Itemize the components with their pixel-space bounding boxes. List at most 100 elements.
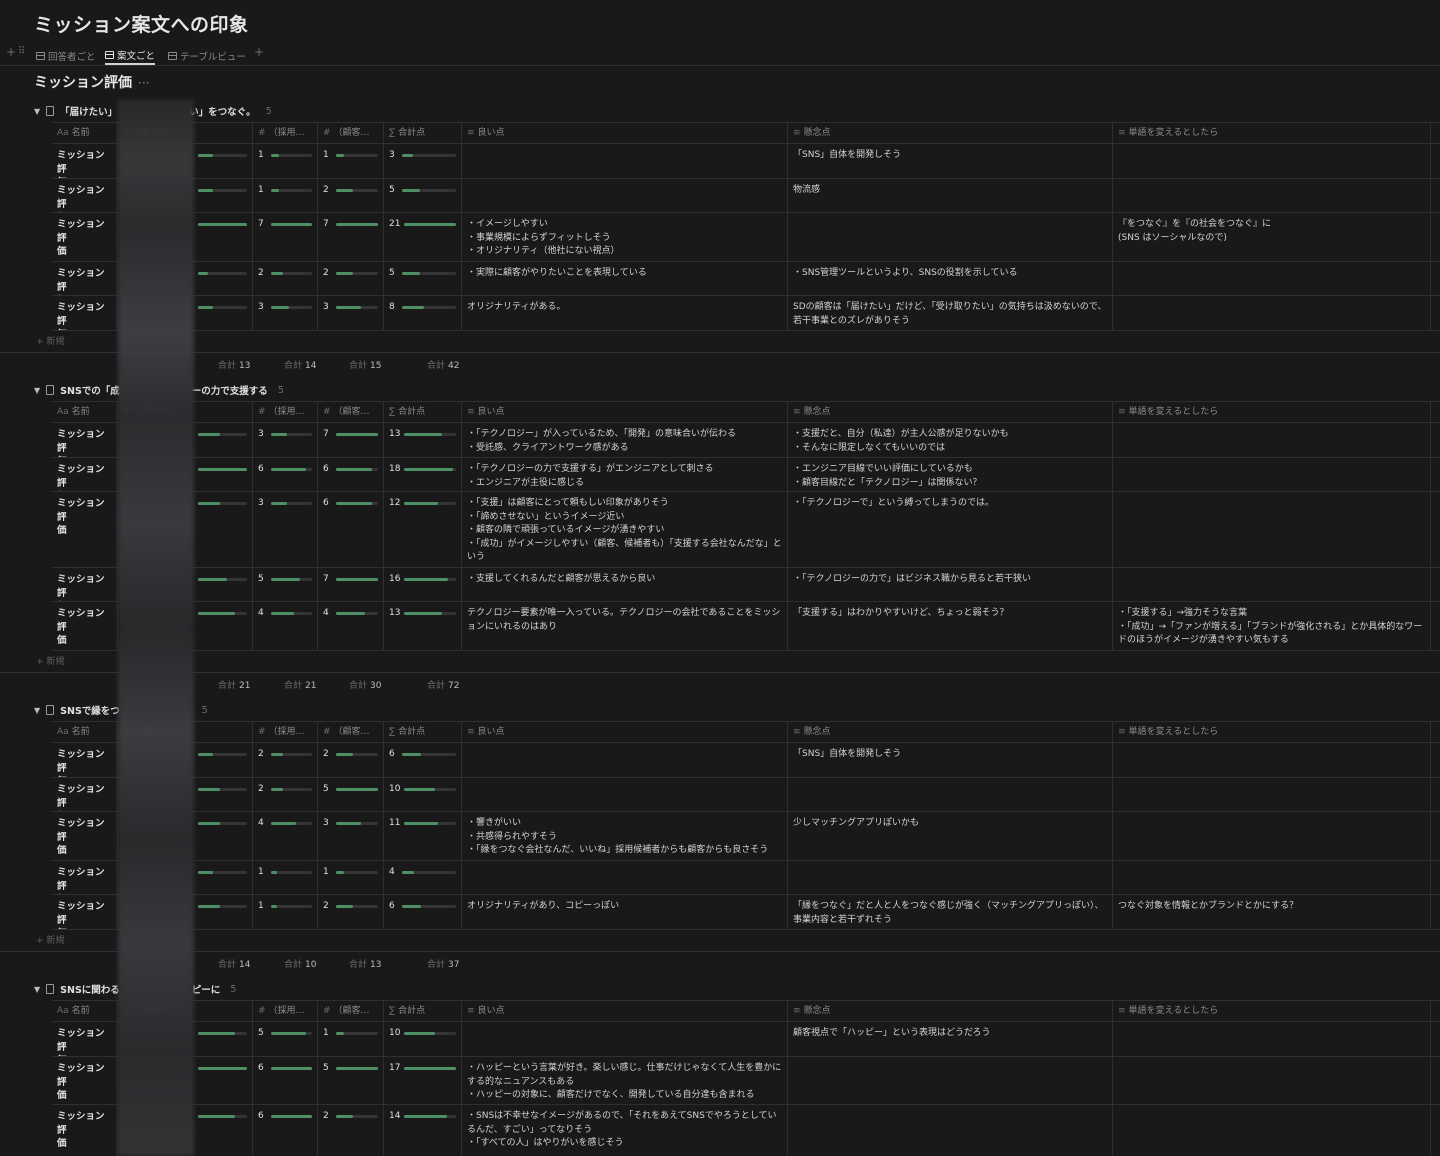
column-header-client[interactable]: # （顧客… [318,1001,384,1022]
cell-client[interactable]: 6 [318,458,384,491]
tab-table-view[interactable]: テーブルビュー [168,46,246,65]
column-header-name[interactable]: Aa 名前 [52,402,118,423]
cell-hire[interactable]: 1 [253,144,318,178]
cell-total[interactable]: 13 [384,602,462,650]
cell-client[interactable]: 1 [318,861,384,894]
cell-client[interactable]: 2 [318,743,384,777]
sum-hire[interactable]: 合計 10 [284,957,316,970]
cell-name[interactable]: ミッション評 価 [52,861,118,894]
column-header-total[interactable]: ∑ 合計点 [384,722,462,743]
table-row[interactable]: ミッション評 価 5 1 10 顧客視点で「ハッピー」という表現はどうだろう [52,1022,1440,1057]
cell-client[interactable]: 5 [318,1057,384,1104]
cell-concern[interactable]: ・エンジニア目線でいい評価にしているかも ・顧客目線だと「テクノロジー」は関係な… [788,458,1113,491]
cell-client[interactable]: 7 [318,213,384,261]
cell-name[interactable]: ミッション評 価 [52,778,118,811]
cell-client[interactable]: 2 [318,262,384,295]
column-header-name[interactable]: Aa 名前 [52,722,118,743]
cell-change[interactable] [1113,568,1431,601]
cell-name[interactable]: ミッション評 価 [52,144,118,178]
cell-good[interactable]: オリジナリティがある。 [462,296,788,330]
cell-concern[interactable]: 「縁をつなぐ」だと人と人をつなぐ感じが強く（マッチングアプリっぽい）、事業内容と… [788,895,1113,929]
column-header-change[interactable]: ≡ 単語を変えるとしたら [1113,123,1431,144]
cell-concern[interactable]: 「SNS」自体を開発しそう [788,743,1113,777]
cell-client[interactable]: 2 [318,179,384,212]
cell-hire[interactable]: 6 [253,1105,318,1156]
sum-client[interactable]: 合計 13 [349,957,381,970]
column-header-name[interactable]: Aa 名前 [52,123,118,144]
cell-good[interactable] [462,778,788,811]
table-row[interactable]: ミッション評 価 2 2 6 「SNS」自体を開発しそう [52,743,1440,778]
cell-client[interactable]: 7 [318,568,384,601]
cell-concern[interactable] [788,778,1113,811]
cell-name[interactable]: ミッション評 価 [52,895,118,929]
cell-good[interactable] [462,743,788,777]
collapse-triangle-icon[interactable]: ▼ [34,706,40,715]
column-header-hire[interactable]: # （採用… [253,1001,318,1022]
cell-change[interactable] [1113,812,1431,860]
sum-self[interactable]: 合計 21 [218,678,250,691]
cell-client[interactable]: 3 [318,296,384,330]
cell-concern[interactable]: SDの顧客は「届けたい」だけど、「受け取りたい」の気持ちは汲めないので、若干事業… [788,296,1113,330]
column-header-client[interactable]: # （顧客… [318,722,384,743]
cell-total[interactable]: 6 [384,895,462,929]
cell-hire[interactable]: 2 [253,262,318,295]
cell-hire[interactable]: 1 [253,179,318,212]
column-header-client[interactable]: # （顧客… [318,123,384,144]
collapse-triangle-icon[interactable]: ▼ [34,386,40,395]
cell-concern[interactable]: 物流感 [788,179,1113,212]
cell-name[interactable]: ミッション評 価 [52,262,118,295]
cell-concern[interactable] [788,213,1113,261]
sum-hire[interactable]: 合計 14 [284,358,316,371]
sum-total[interactable]: 合計 37 [427,957,459,970]
column-header-hire[interactable]: # （採用… [253,123,318,144]
cell-total[interactable]: 10 [384,778,462,811]
cell-good[interactable]: ・実際に顧客がやりたいことを表現している [462,262,788,295]
cell-hire[interactable]: 6 [253,1057,318,1104]
cell-good[interactable] [462,144,788,178]
cell-client[interactable]: 2 [318,1105,384,1156]
cell-concern[interactable]: ・「テクノロジーで」という縛ってしまうのでは。 [788,492,1113,567]
cell-name[interactable]: ミッション評 価 [52,568,118,601]
cell-total[interactable]: 10 [384,1022,462,1056]
cell-change[interactable] [1113,144,1431,178]
table-row[interactable]: ミッション評 価 3 6 12 ・「支援」は顧客にとって頼もしい印象がありそう ・「諦め… [52,492,1440,568]
cell-change[interactable] [1113,458,1431,491]
column-header-good[interactable]: ≡ 良い点 [462,402,788,423]
column-header-change[interactable]: ≡ 単語を変えるとしたら [1113,722,1431,743]
cell-hire[interactable]: 6 [253,458,318,491]
column-header-hire[interactable]: # （採用… [253,402,318,423]
table-row[interactable]: ミッション評 価 6 6 18 ・「テクノロジーの力で支援する」がエンジニアとして刺さる… [52,458,1440,492]
cell-hire[interactable]: 5 [253,568,318,601]
cell-concern[interactable] [788,1057,1113,1104]
cell-concern[interactable] [788,861,1113,894]
sum-hire[interactable]: 合計 21 [284,678,316,691]
cell-good[interactable]: ・「テクノロジー」が入っているため、「開発」の意味合いが伝わる ・受託感、クライ… [462,423,788,457]
cell-hire[interactable]: 3 [253,492,318,567]
cell-client[interactable]: 7 [318,423,384,457]
table-row[interactable]: ミッション評 価 2 5 10 [52,778,1440,812]
tab-by-proposal[interactable]: 案文ごと [105,46,156,65]
cell-change[interactable] [1113,1105,1431,1156]
cell-good[interactable]: ・響きがいい ・共感得られやすそう ・「縁をつなぐ会社なんだ、いいね」採用候補者… [462,812,788,860]
cell-good[interactable]: ・SNSは不幸せなイメージがあるので、「それをあえてSNSでやろうとしているんだ… [462,1105,788,1156]
cell-name[interactable]: ミッション評 価 [52,1105,118,1156]
column-header-total[interactable]: ∑ 合計点 [384,1001,462,1022]
cell-hire[interactable]: 7 [253,213,318,261]
sum-total[interactable]: 合計 72 [427,678,459,691]
cell-total[interactable]: 5 [384,262,462,295]
cell-change[interactable] [1113,423,1431,457]
cell-change[interactable] [1113,743,1431,777]
cell-change[interactable] [1113,1057,1431,1104]
cell-name[interactable]: ミッション評 価 [52,213,118,261]
cell-total[interactable]: 3 [384,144,462,178]
cell-hire[interactable]: 1 [253,861,318,894]
cell-good[interactable]: ・ハッピーという言葉が好き。楽しい感じ。仕事だけじゃなくて人生を豊かにする的なニ… [462,1057,788,1104]
cell-name[interactable]: ミッション評 価 [52,458,118,491]
cell-name[interactable]: ミッション評 価 [52,296,118,330]
cell-name[interactable]: ミッション評 価 [52,602,118,650]
cell-client[interactable]: 1 [318,144,384,178]
cell-concern[interactable]: 少しマッチングアプリぽいかも [788,812,1113,860]
cell-total[interactable]: 12 [384,492,462,567]
column-header-client[interactable]: # （顧客… [318,402,384,423]
cell-good[interactable]: ・イメージしやすい ・事業規模によらずフィットしそう ・オリジナリティ（他社にな… [462,213,788,261]
